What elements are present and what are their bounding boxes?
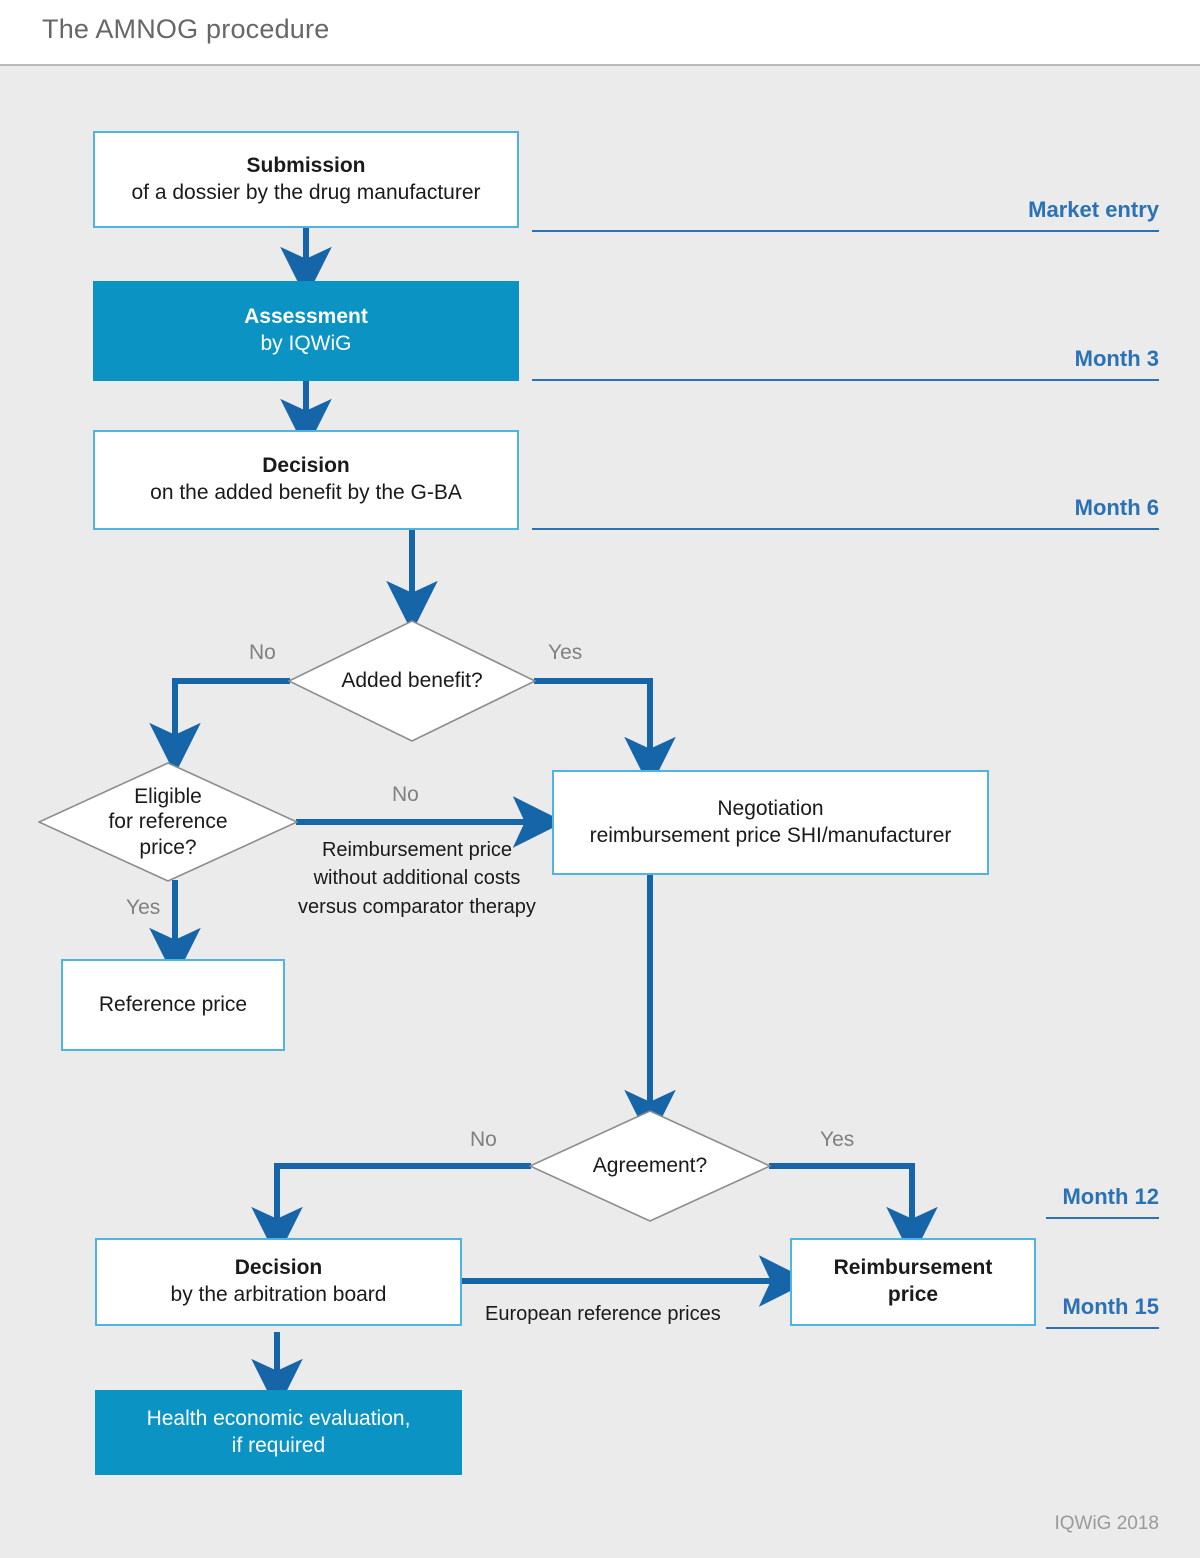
node-submission[interactable]: Submission of a dossier by the drug manu… [93, 131, 519, 228]
milestone-rule-month-6 [532, 528, 1159, 530]
milestone-market-entry: Market entry [1028, 197, 1159, 222]
edge-note-line-3: versus comparator therapy [298, 895, 536, 918]
eligible-line-3: price? [139, 835, 197, 859]
edge-note-line-1: Reimbursement price [321, 839, 513, 861]
node-decision-arbitration[interactable]: Decision by the arbitration board [95, 1238, 462, 1326]
node-decision-gba-title: Decision [262, 454, 350, 478]
node-decision-arbitration-title: Decision [234, 1256, 323, 1280]
credit-line: IQWiG 2018 [1054, 1513, 1159, 1534]
branch-label-agreement-yes: Yes [820, 1128, 855, 1151]
node-negotiation-title: Negotiation [717, 796, 824, 820]
node-assessment-subtitle: by IQWiG [260, 332, 352, 355]
decision-agreement-label: Agreement? [592, 1154, 708, 1178]
eligible-line-1: Eligible [134, 785, 202, 809]
milestone-month-6: Month 6 [1074, 495, 1159, 520]
node-assessment-title: Assessment [244, 305, 368, 329]
page-title: The AMNOG procedure [42, 14, 330, 44]
decision-added-benefit-label: Added benefit? [341, 669, 483, 693]
branch-label-added-benefit-no: No [249, 641, 276, 664]
node-reference-price-title: Reference price [98, 992, 248, 1016]
milestone-month-12: Month 12 [1062, 1184, 1159, 1209]
node-decision-gba-subtitle: on the added benefit by the G-BA [150, 481, 462, 504]
node-decision-arbitration-subtitle: by the arbitration board [170, 1283, 387, 1306]
decision-eligible-reference-price-label: Eligible for reference price? [38, 762, 298, 882]
amnog-procedure-diagram: The AMNOG procedure Submission of a doss… [0, 0, 1200, 1558]
eligible-line-2: for reference [108, 810, 228, 834]
branch-label-agreement-no: No [470, 1128, 497, 1151]
node-decision-gba[interactable]: Decision on the added benefit by the G-B… [93, 430, 519, 530]
node-negotiation-subtitle: reimbursement price SHI/manufacturer [589, 823, 952, 847]
edge-note-line-2: without additional costs [313, 867, 521, 890]
decision-agreement[interactable]: Agreement? [529, 1110, 771, 1222]
node-assessment[interactable]: Assessment by IQWiG [93, 281, 519, 381]
milestone-rule-month-15 [1046, 1327, 1159, 1329]
node-health-economic-evaluation[interactable]: Health economic evaluation, if required [95, 1390, 462, 1475]
header-bar: The AMNOG procedure [0, 0, 1200, 66]
node-negotiation[interactable]: Negotiation reimbursement price SHI/manu… [552, 770, 989, 875]
branch-label-added-benefit-yes: Yes [548, 641, 583, 664]
milestone-month-3: Month 3 [1074, 346, 1159, 371]
milestone-rule-market-entry [532, 230, 1159, 232]
node-reference-price[interactable]: Reference price [61, 959, 285, 1051]
milestone-rule-month-3 [532, 379, 1159, 381]
node-reimbursement-price-subtitle: price [887, 1283, 939, 1306]
branch-label-eligible-yes: Yes [126, 896, 161, 919]
node-submission-subtitle: of a dossier by the drug manufacturer [131, 180, 481, 204]
milestone-rule-month-12 [1046, 1217, 1159, 1219]
node-reimbursement-price[interactable]: Reimbursement price [790, 1238, 1036, 1326]
branch-label-eligible-no: No [392, 783, 419, 806]
milestone-month-15: Month 15 [1062, 1294, 1159, 1319]
edge-note-european-reference-prices: European reference prices [485, 1303, 721, 1325]
decision-eligible-reference-price[interactable]: Eligible for reference price? [38, 762, 298, 882]
node-reimbursement-price-title: Reimbursement [833, 1256, 993, 1280]
decision-added-benefit[interactable]: Added benefit? [288, 620, 536, 742]
node-submission-title: Submission [246, 153, 366, 177]
edge-note-reimbursement-without-extra-costs: Reimbursement price without additional c… [272, 836, 562, 921]
node-health-economic-subtitle: if required [231, 1433, 326, 1457]
node-health-economic-title: Health economic evaluation, [146, 1406, 411, 1430]
